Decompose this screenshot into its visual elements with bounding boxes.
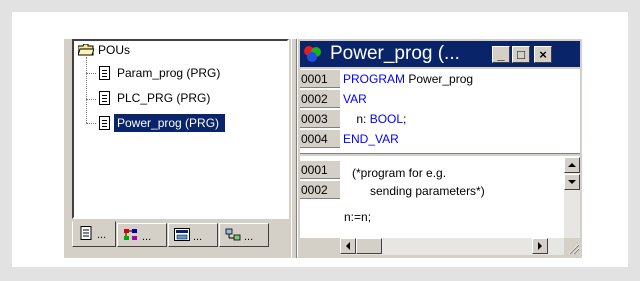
tree-item-param-prog[interactable]: Param_prog (PRG)	[117, 64, 220, 82]
resize-grip[interactable]	[564, 238, 580, 255]
declaration-line: 0003 n: BOOL;	[300, 110, 580, 128]
line-number: 0003	[300, 110, 340, 128]
scroll-up-button[interactable]	[564, 157, 580, 173]
arrow-left-icon	[346, 242, 350, 250]
type-keyword: BOOL	[369, 112, 404, 126]
datatypes-tab-icon	[124, 229, 137, 240]
arrow-right-icon	[538, 242, 542, 250]
tab-label: ...	[97, 229, 107, 241]
tab-label: ...	[244, 231, 254, 243]
declaration-line: 0001 PROGRAM Power_prog	[300, 70, 580, 88]
pane-splitter[interactable]	[291, 39, 297, 258]
folder-icon	[78, 44, 94, 56]
line-number: 0004	[300, 130, 340, 148]
tree-item-power-prog[interactable]: Power_prog (PRG)	[114, 114, 226, 132]
variable-text: n:	[343, 112, 370, 126]
keyword: VAR	[343, 92, 367, 106]
code-text: VAR	[343, 90, 367, 108]
pou-tab-icon	[80, 226, 92, 240]
identifier: Power_prog	[405, 72, 474, 86]
tab-data-types[interactable]: ...	[117, 223, 167, 247]
tab-pous[interactable]: ...	[72, 221, 116, 247]
arrow-down-icon	[568, 180, 576, 184]
body-line: 0001	[300, 161, 340, 179]
declaration-line: 0002 VAR	[300, 90, 580, 108]
tab-label: ...	[193, 231, 203, 243]
declaration-pane[interactable]: 0001 PROGRAM Power_prog 0002 VAR 0003 n:…	[300, 69, 580, 153]
close-button[interactable]: ×	[534, 46, 552, 63]
code-text: PROGRAM Power_prog	[343, 70, 473, 88]
horizontal-scrollbar[interactable]	[340, 238, 564, 255]
tree-item-plc-prg[interactable]: PLC_PRG (PRG)	[117, 89, 210, 107]
scroll-left-button[interactable]	[340, 238, 356, 254]
comment-line: sending parameters*)	[370, 184, 485, 198]
scroll-down-button[interactable]	[564, 174, 580, 190]
line-number: 0001	[300, 70, 340, 88]
program-icon	[304, 46, 321, 62]
pou-tree[interactable]: POUs Param_prog (PRG) PLC_PRG (PRG) Powe…	[72, 39, 289, 219]
visualizations-tab-icon	[174, 228, 190, 241]
line-number: 0002	[300, 90, 340, 108]
keyword: PROGRAM	[343, 72, 406, 86]
pou-document-icon	[99, 91, 110, 105]
tab-label: ...	[142, 231, 152, 243]
code-line: n:=n;	[344, 210, 372, 224]
tab-visualizations[interactable]: ...	[168, 223, 218, 247]
scroll-right-button[interactable]	[532, 238, 548, 254]
tab-resources[interactable]: ...	[219, 223, 269, 247]
keyword: END_VAR	[343, 132, 399, 146]
tree-connector	[86, 73, 96, 74]
vertical-scrollbar[interactable]	[564, 157, 580, 238]
code-body-pane[interactable]: 0001 0002 (*program for e.g. sending par…	[300, 157, 564, 238]
arrow-up-icon	[568, 163, 576, 167]
maximize-button[interactable]: □	[512, 46, 530, 63]
code-text: END_VAR	[343, 130, 399, 148]
editor-title-bar[interactable]: Power_prog (... _ □ ×	[300, 41, 580, 67]
tree-connector	[86, 123, 96, 124]
code-text: n: BOOL;	[343, 110, 406, 128]
tree-connector	[86, 57, 87, 123]
line-number: 0001	[300, 161, 340, 179]
declaration-line: 0004 END_VAR	[300, 130, 580, 148]
pou-document-icon	[99, 66, 110, 80]
tree-root-pous[interactable]: POUs	[98, 41, 130, 59]
resize-grip-icon	[568, 243, 580, 255]
pou-document-icon	[99, 116, 110, 130]
semicolon: ;	[403, 112, 407, 126]
object-organizer: POUs Param_prog (PRG) PLC_PRG (PRG) Powe…	[64, 39, 291, 258]
line-number: 0002	[300, 181, 340, 199]
scroll-thumb[interactable]	[356, 238, 382, 254]
minimize-button[interactable]: _	[492, 46, 510, 63]
pou-editor-window: Power_prog (... _ □ × 0001 PROGRAM Power…	[298, 39, 582, 258]
tree-connector	[86, 99, 96, 100]
comment-line: (*program for e.g.	[352, 166, 447, 180]
body-line: 0002	[300, 181, 340, 199]
editor-title: Power_prog (...	[330, 43, 460, 64]
resources-tab-icon	[225, 228, 241, 241]
